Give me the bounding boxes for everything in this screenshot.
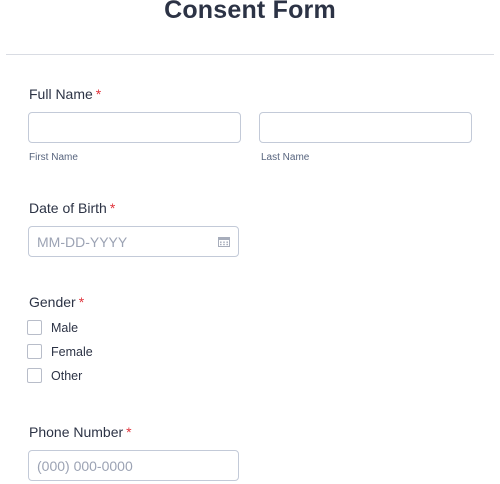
first-name-field[interactable] <box>28 112 241 143</box>
gender-option-label: Other <box>51 368 83 383</box>
first-name-input[interactable] <box>29 113 240 142</box>
checkbox[interactable] <box>27 368 42 383</box>
required-marker: * <box>109 200 116 216</box>
checkbox[interactable] <box>27 320 42 335</box>
gender-option-male[interactable]: Male <box>27 319 78 336</box>
gender-option-label: Female <box>51 344 93 359</box>
checkbox[interactable] <box>27 344 42 359</box>
header-divider <box>6 54 494 55</box>
dob-label: Date of Birth * <box>29 200 115 216</box>
dob-label-text: Date of Birth <box>29 200 107 216</box>
gender-option-label: Male <box>51 320 79 335</box>
last-name-input[interactable] <box>260 113 471 142</box>
phone-field[interactable] <box>28 450 239 481</box>
gender-option-other[interactable]: Other <box>27 367 82 384</box>
last-name-sublabel: Last Name <box>261 152 310 163</box>
form-title: Consent Form <box>164 0 336 24</box>
gender-label: Gender * <box>29 294 84 310</box>
gender-label-text: Gender <box>29 294 76 310</box>
last-name-field[interactable] <box>259 112 472 143</box>
calendar-icon[interactable] <box>218 236 230 247</box>
full-name-label: Full Name * <box>29 86 101 102</box>
required-marker: * <box>95 86 102 102</box>
first-name-sublabel: First Name <box>29 152 78 163</box>
dob-field[interactable] <box>28 226 239 257</box>
phone-label: Phone Number * <box>29 424 132 440</box>
required-marker: * <box>126 424 132 440</box>
phone-label-text: Phone Number <box>29 424 124 440</box>
gender-option-female[interactable]: Female <box>27 343 93 360</box>
dob-input[interactable] <box>29 227 238 256</box>
full-name-label-text: Full Name <box>29 86 93 102</box>
phone-input[interactable] <box>29 451 238 480</box>
required-marker: * <box>78 294 85 310</box>
